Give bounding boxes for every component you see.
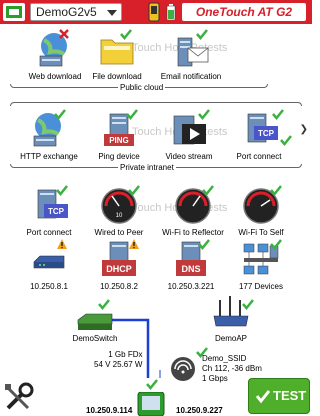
test-label: 10.250.8.1 (30, 282, 68, 291)
battery-icon (166, 4, 176, 20)
profile-selector[interactable]: DemoG2v5 (30, 3, 122, 21)
test-label: Wi-Fi To Self (238, 228, 284, 237)
test-wifi-to-self[interactable]: Wi-Fi To Self (226, 184, 296, 240)
test-label: Ping device (98, 152, 140, 161)
warning-icon (129, 239, 139, 249)
test-port-connect-2[interactable]: TCP Port connect (14, 184, 84, 240)
pass-check-icon (98, 299, 110, 310)
pass-check-icon (280, 135, 292, 146)
test-label: 177 Devices (238, 282, 284, 291)
pass-check-icon (196, 29, 208, 40)
test-label: HTTP exchange (20, 152, 78, 161)
group-label-private-intranet: Private intranet (118, 163, 176, 172)
node-label: DemoAP (214, 334, 247, 343)
test-label: Wi-Fi to Reflector (162, 228, 224, 237)
pass-check-icon (54, 109, 66, 120)
pass-check-icon (146, 379, 158, 390)
chevron-right-icon[interactable]: ❯ (300, 124, 308, 135)
pass-check-icon (270, 185, 282, 196)
test-label: 10.250.8.2 (100, 282, 138, 291)
pass-check-icon (56, 185, 68, 196)
app-title: OneTouch AT G2 (182, 3, 306, 21)
test-dns[interactable]: DNS 10.250.3.221 (156, 238, 226, 294)
ssid: Demo_SSID (202, 354, 247, 363)
poe-power: 54 V 25.67 W (94, 360, 143, 369)
svg-text:TCP: TCP (258, 129, 275, 138)
test-http-exchange[interactable]: HTTP exchange (14, 108, 84, 164)
test-port-connect[interactable]: TCP Port connect (224, 108, 294, 164)
test-label: Email notification (160, 72, 222, 81)
pass-check-icon (270, 239, 282, 250)
test-email-notification[interactable]: Email notification (156, 28, 226, 84)
test-panel: Touch Hold Retests Touch Hold Retests To… (0, 24, 312, 383)
test-discovery[interactable]: 177 Devices (226, 238, 296, 294)
link-speed: 1 Gb FDx (108, 350, 143, 359)
pass-check-icon (242, 299, 254, 310)
test-wired-to-peer[interactable]: 10 Wired to Peer (84, 184, 154, 240)
svg-text:PING: PING (109, 136, 129, 145)
test-label: Port connect (26, 228, 72, 237)
wired-ip: 10.250.9.114 (86, 406, 133, 415)
pass-check-icon (272, 109, 284, 120)
test-label: Port connect (236, 152, 282, 161)
test-video-stream[interactable]: Video stream (154, 108, 224, 164)
test-label: 10.250.3.221 (167, 282, 215, 291)
test-dhcp[interactable]: DHCP 10.250.8.2 (84, 238, 154, 294)
test-label: File download (92, 72, 142, 81)
test-button-label: TEST (273, 388, 307, 403)
pass-check-icon (126, 109, 138, 120)
test-ping-device[interactable]: PING Ping device (84, 108, 154, 164)
test-wifi-to-reflector[interactable]: Wi-Fi to Reflector (158, 184, 228, 240)
test-label: Web download (28, 72, 82, 81)
node-switch[interactable]: DemoSwitch (60, 296, 130, 344)
group-label-public-cloud: Public cloud (118, 83, 166, 92)
pass-check-icon (198, 109, 210, 120)
header-bar: DemoG2v5 OneTouch AT G2 (0, 0, 312, 24)
test-file-download[interactable]: File download (82, 28, 152, 84)
svg-text:DHCP: DHCP (106, 264, 132, 274)
node-ap[interactable]: DemoAP (196, 292, 266, 343)
pass-check-icon (128, 185, 140, 196)
device-status-icon[interactable] (146, 2, 162, 22)
node-label: DemoSwitch (72, 334, 118, 343)
test-label: Video stream (165, 152, 213, 161)
profile-name: DemoG2v5 (36, 5, 97, 19)
pass-check-icon (202, 185, 214, 196)
svg-text:DNS: DNS (181, 264, 200, 274)
channel-signal: Ch 112, -36 dBm (202, 364, 262, 373)
check-icon (255, 390, 271, 404)
wifi-ip: 10.250.9.227 (176, 406, 223, 415)
tools-icon[interactable] (2, 380, 36, 414)
svg-text:10: 10 (116, 213, 123, 219)
fail-x-icon (59, 29, 69, 39)
test-button[interactable]: TEST (248, 378, 310, 414)
group-bracket (10, 102, 302, 106)
test-gateway[interactable]: 10.250.8.1 (14, 238, 84, 294)
chevron-down-icon (107, 10, 117, 16)
pass-check-icon (120, 29, 132, 40)
svg-text:TCP: TCP (48, 207, 65, 216)
onetouch-device-icon (137, 392, 165, 416)
pass-check-icon (198, 239, 210, 250)
home-icon[interactable] (2, 2, 26, 22)
test-web-download[interactable]: Web download (20, 28, 90, 84)
test-label: Wired to Peer (94, 228, 144, 237)
wired-link-info: 1 Gb FDx 54 V 25.67 W (94, 350, 142, 370)
warning-icon (57, 239, 67, 249)
